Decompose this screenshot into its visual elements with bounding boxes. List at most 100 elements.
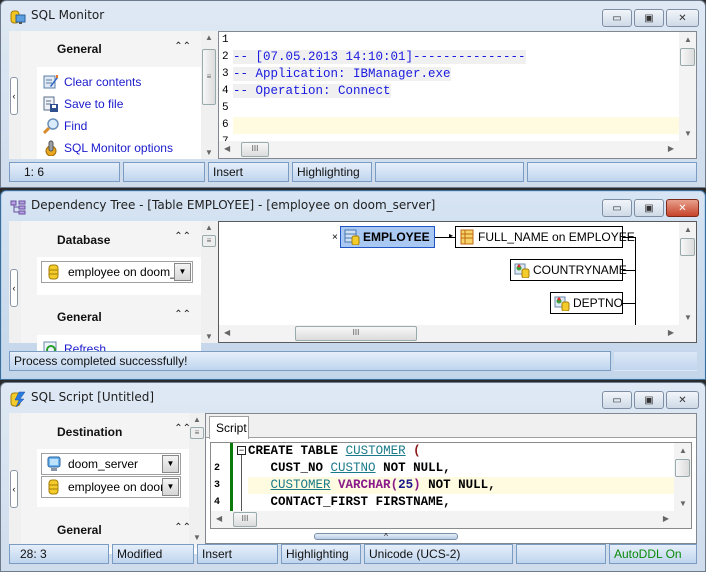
scrollbar-thumb[interactable]: III <box>295 326 417 341</box>
tab-script[interactable]: Script <box>209 416 249 439</box>
status-highlighting: Highlighting <box>281 544 361 564</box>
minimize-icon: ▭ <box>612 394 622 406</box>
node-label: FULL_NAME on EMPLOYEE <box>478 230 635 244</box>
diagram-vertical-scrollbar[interactable]: ▲ ▼ <box>679 222 696 325</box>
collapse-chevron-icon[interactable]: ⌃⌃ <box>174 41 191 52</box>
clear-contents-link[interactable]: Clear contents <box>37 71 201 93</box>
fold-line <box>241 455 242 511</box>
group-title: Destination <box>57 425 123 439</box>
group-header-destination[interactable]: Destination ⌃⌃ <box>21 413 201 449</box>
chevron-left-icon: ‹ <box>12 91 16 101</box>
save-to-file-link[interactable]: Save to file <box>37 93 201 115</box>
diagram-node-root[interactable]: EMPLOYEE <box>340 226 435 248</box>
line-number-gutter: 2345 <box>211 443 229 525</box>
group-title: General <box>57 523 102 537</box>
sql-monitor-options-link[interactable]: SQL Monitor options <box>37 137 201 159</box>
group-header-general[interactable]: General ⌃⌃ <box>21 512 201 548</box>
index-icon <box>459 229 475 245</box>
line-number: 2 <box>222 51 229 63</box>
chevron-left-icon: ‹ <box>12 484 16 494</box>
scrollbar-thumb[interactable]: III <box>241 142 269 157</box>
diagram-node[interactable]: COUNTRYNAME <box>510 259 627 281</box>
dropdown-arrow-icon[interactable]: ▼ <box>162 455 179 473</box>
restore-button[interactable]: ▣ <box>634 391 664 409</box>
dropdown-arrow-icon[interactable]: ▼ <box>174 263 191 281</box>
scrollbar-thumb[interactable]: III <box>233 512 257 527</box>
line-number: 3 <box>214 480 221 491</box>
scrollbar-thumb[interactable]: ≡ <box>202 49 216 105</box>
dependency-diagram[interactable]: × EMPLOYEE ▸ FULL_NAME on EMPLOYEE COUNT… <box>218 221 697 343</box>
database-select[interactable]: employee on doom_ ▼ <box>41 476 181 498</box>
sidebar-collapse-handle[interactable]: ‹ <box>10 470 18 508</box>
diagram-node[interactable]: FULL_NAME on EMPLOYEE <box>455 226 635 248</box>
sql-monitor-editor[interactable]: 1234567 -- [07.05.2013 14:10:01]--------… <box>218 31 697 159</box>
group-header-general[interactable]: General ⌃⌃ <box>21 31 201 67</box>
status-autoddl: AutoDDL On <box>609 544 697 564</box>
scrollbar-thumb[interactable] <box>675 459 690 477</box>
line-number-gutter: 1234567 <box>219 32 233 148</box>
scrollbar-thumb[interactable]: ≡ <box>190 427 204 439</box>
minimize-button[interactable]: ▭ <box>602 199 632 217</box>
link-label: Clear contents <box>64 75 142 89</box>
line-number <box>211 443 229 460</box>
close-button[interactable]: ✕ <box>666 199 699 217</box>
window-title: SQL Monitor <box>31 8 105 22</box>
minimize-icon: ▭ <box>612 202 622 214</box>
find-link[interactable]: Find <box>37 115 201 137</box>
restore-icon: ▣ <box>644 12 654 24</box>
restore-icon: ▣ <box>644 202 654 214</box>
group-title: General <box>57 42 102 56</box>
close-button[interactable]: ✕ <box>666 9 699 27</box>
status-message: Process completed successfully! <box>9 351 611 371</box>
link-label: Save to file <box>64 97 124 111</box>
group-header-database[interactable]: Database ⌃⌃ <box>21 221 201 257</box>
line-number: 3 <box>222 68 229 80</box>
sidebar-collapse-handle[interactable]: ‹ <box>10 77 18 115</box>
minimize-button[interactable]: ▭ <box>602 391 632 409</box>
scrollbar-thumb[interactable] <box>680 48 695 66</box>
collapse-chevron-icon[interactable]: ⌃⌃ <box>174 231 191 242</box>
sidebar-scrollbar[interactable]: ▲ ≡ ▼ <box>201 221 217 343</box>
server-icon <box>46 456 62 472</box>
tab-strip: Script <box>206 414 696 439</box>
server-select[interactable]: doom_server ▼ <box>41 453 181 475</box>
title-bar[interactable]: Dependency Tree - [Table EMPLOYEE] - [em… <box>1 191 705 221</box>
close-button[interactable]: ✕ <box>666 391 699 409</box>
editor-horizontal-scrollbar[interactable]: ◀ III ▶ <box>219 141 696 158</box>
editor-vertical-scrollbar[interactable]: ▲ ▼ <box>674 443 691 511</box>
database-select[interactable]: employee on doom_se ▼ <box>41 261 193 283</box>
save-file-icon <box>43 96 59 112</box>
editor-vertical-scrollbar[interactable]: ▲ ▼ <box>679 32 696 141</box>
dropdown-arrow-icon[interactable]: ▼ <box>162 478 179 496</box>
sql-script-editor[interactable]: 2345 − CREATE TABLE CUSTOMER ( CUST_NO C… <box>210 442 692 529</box>
domain-icon <box>514 262 530 279</box>
scrollbar-thumb[interactable] <box>680 238 695 256</box>
diagram-horizontal-scrollbar[interactable]: ◀ III ▶ <box>219 325 696 342</box>
splitter-handle[interactable]: ^ <box>314 533 458 541</box>
group-body: employee on doom_se ▼ <box>37 257 201 295</box>
title-bar[interactable]: SQL Script [Untitled] ▭ ▣ ✕ <box>1 383 705 413</box>
database-select-value: employee on doom_se <box>68 265 190 279</box>
collapse-marker-icon[interactable]: × <box>332 232 338 243</box>
scrollbar-thumb[interactable]: ≡ <box>202 235 216 247</box>
arrow-icon: ▸ <box>449 231 454 240</box>
diagram-node[interactable]: DEPTNO <box>550 292 623 314</box>
chevron-left-icon: ‹ <box>12 283 16 293</box>
restore-button[interactable]: ▣ <box>634 199 664 217</box>
sidebar-collapse-handle[interactable]: ‹ <box>10 269 18 307</box>
group-header-general[interactable]: General ⌃⌃ <box>21 299 201 335</box>
sidebar-scrollbar[interactable]: ▲ ≡ ▼ <box>201 31 217 159</box>
sql-monitor-window: SQL Monitor ▭ ▣ ✕ ‹ General ⌃⌃ Clear con… <box>0 0 706 188</box>
restore-button[interactable]: ▣ <box>634 9 664 27</box>
title-bar[interactable]: SQL Monitor ▭ ▣ ✕ <box>1 1 705 31</box>
collapse-chevron-icon[interactable]: ⌃⌃ <box>174 309 191 320</box>
status-modified: Modified <box>112 544 194 564</box>
editor-horizontal-scrollbar[interactable]: ◀ III ▶ <box>211 511 691 528</box>
clear-contents-icon <box>43 74 59 90</box>
fold-toggle-icon[interactable]: − <box>237 446 246 455</box>
minimize-button[interactable]: ▭ <box>602 9 632 27</box>
sidebar-scrollbar[interactable]: ▲ ≡ ▼ <box>189 413 205 544</box>
